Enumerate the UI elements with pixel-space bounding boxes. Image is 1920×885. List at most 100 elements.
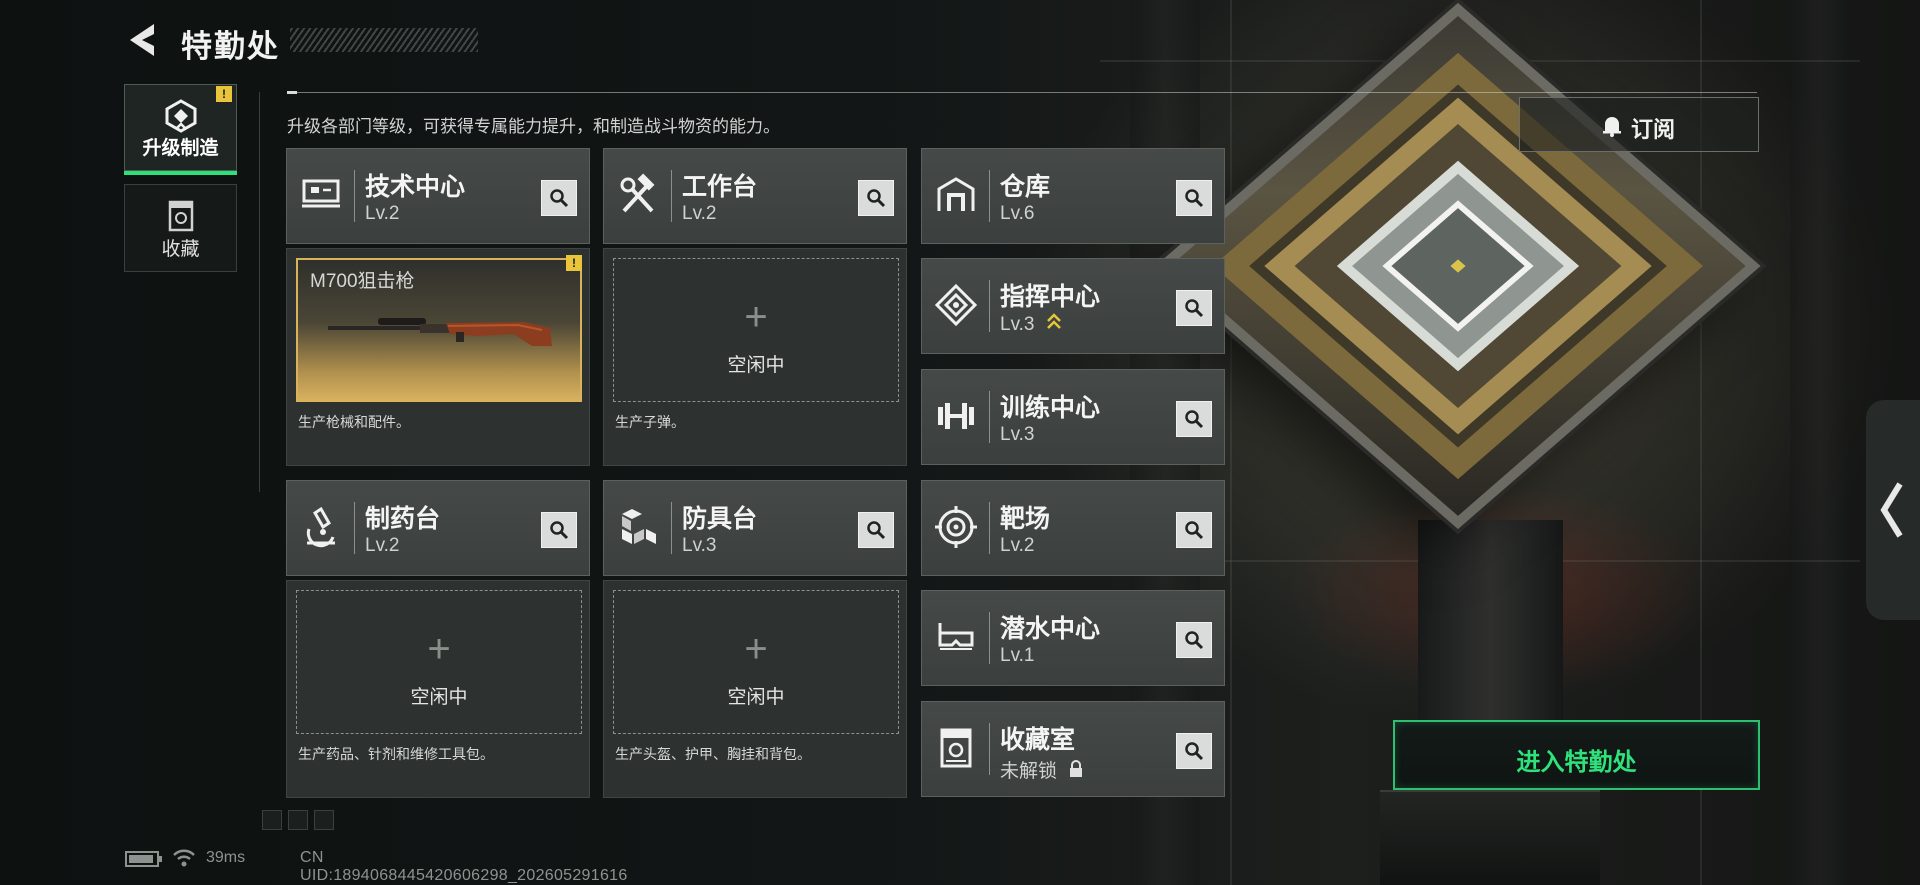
dept-card-command-center[interactable]: 指挥中心 Lv.3 [921, 258, 1225, 354]
command-center-icon [934, 283, 978, 327]
dept-level: Lv.2 [682, 203, 717, 224]
slot-status: 空闲中 [727, 355, 785, 376]
nav-item-collection[interactable]: 收藏 [124, 184, 237, 272]
dept-name: 工作台 [682, 173, 758, 201]
production-slot-empty[interactable]: + 空闲中 [613, 590, 899, 734]
bell-icon [1603, 117, 1621, 137]
dept-card-tech-center[interactable]: 技术中心 Lv.2 [286, 148, 590, 244]
dept-level-row: 未解锁 [1000, 756, 1084, 783]
dept-name: 仓库 [1000, 173, 1051, 201]
search-icon [867, 189, 886, 208]
collection-room-icon [940, 728, 972, 768]
dept-name: 潜水中心 [1000, 615, 1101, 643]
dept-name: 制药台 [365, 505, 441, 533]
alert-badge: ! [566, 255, 582, 271]
back-arrow-icon [130, 24, 154, 56]
dept-level: 未解锁 [1000, 761, 1058, 782]
separator [671, 502, 672, 554]
nav-label: 收藏 [161, 239, 200, 260]
nav-item-upgrade-build[interactable]: ! 升级制造 [124, 84, 237, 175]
ping-value: 39ms [206, 849, 246, 866]
dept-level: Lv.2 [365, 535, 400, 556]
dept-level: Lv.3 [682, 535, 717, 556]
search-icon [1185, 521, 1204, 540]
dumbbell-icon [938, 403, 974, 429]
plus-icon: + [744, 295, 768, 339]
dept-level-row: Lv.3 [1000, 313, 1062, 336]
separator [989, 170, 990, 222]
cube-structure [1155, 2, 1761, 530]
inspect-button[interactable] [1176, 622, 1212, 658]
target-icon [935, 506, 977, 548]
production-slot-empty[interactable]: + 空闲中 [296, 590, 582, 734]
lock-icon [1070, 760, 1083, 777]
separator [989, 280, 990, 332]
user-uid: CN UID:1894068445420606298_202605291616 [300, 849, 628, 884]
divider [259, 92, 260, 492]
dept-level: Lv.6 [1000, 203, 1035, 224]
inspect-button[interactable] [858, 512, 894, 548]
inspect-button[interactable] [858, 180, 894, 216]
battery-icon [125, 851, 162, 867]
dept-card-pharmacy[interactable]: 制药台 Lv.2 [286, 480, 590, 576]
separator [671, 170, 672, 222]
inspect-button[interactable] [1176, 290, 1212, 326]
search-icon [1185, 631, 1204, 650]
page-title: 特勤处 [181, 29, 280, 64]
dept-level: Lv.3 [1000, 424, 1035, 445]
collection-icon [168, 200, 193, 232]
upgrade-build-icon [165, 99, 196, 133]
inspect-button[interactable] [1176, 733, 1212, 769]
inspect-button[interactable] [1176, 401, 1212, 437]
page-description: 升级各部门等级，可获得专属能力提升，和制造战斗物资的能力。 [287, 117, 780, 136]
alert-badge: ! [216, 86, 232, 102]
production-panel-armor-bench: + 空闲中 生产头盔、护甲、胸挂和背包。 [603, 580, 907, 798]
enter-button[interactable]: 进入特勤处 [1393, 720, 1760, 790]
inspect-button[interactable] [541, 512, 577, 548]
hammer-wrench-icon [620, 173, 655, 213]
side-panel-toggle[interactable] [1866, 400, 1920, 620]
dept-card-training-center[interactable]: 训练中心 Lv.3 [921, 369, 1225, 465]
dept-level: Lv.2 [1000, 535, 1035, 556]
inspect-button[interactable] [1176, 180, 1212, 216]
production-slot-empty[interactable]: + 空闲中 [613, 258, 899, 402]
wifi-icon [173, 849, 195, 867]
dept-level: Lv.2 [365, 203, 400, 224]
dept-name: 靶场 [1000, 505, 1051, 533]
search-icon [1185, 410, 1204, 429]
production-panel-workbench: + 空闲中 生产子弹。 [603, 248, 907, 466]
inspect-button[interactable] [1176, 512, 1212, 548]
divider [287, 91, 1757, 94]
plus-icon: + [744, 627, 768, 671]
dept-name: 收藏室 [1000, 726, 1076, 754]
separator [354, 502, 355, 554]
dept-card-armor-bench[interactable]: 防具台 Lv.3 [603, 480, 907, 576]
dept-name: 防具台 [682, 505, 758, 533]
item-name: M700狙击枪 [310, 271, 415, 292]
search-icon [867, 521, 886, 540]
production-description: 生产药品、针剂和维修工具包。 [298, 746, 494, 762]
search-icon [550, 189, 569, 208]
dept-card-shooting-range[interactable]: 靶场 Lv.2 [921, 480, 1225, 576]
title-decoration [290, 28, 478, 52]
subscribe-button[interactable]: 订阅 [1519, 97, 1759, 152]
inspect-button[interactable] [541, 180, 577, 216]
dept-level: Lv.1 [1000, 645, 1035, 666]
back-button[interactable] [126, 22, 160, 58]
dept-card-collection-room[interactable]: 收藏室 未解锁 [921, 701, 1225, 797]
slot-status: 空闲中 [410, 687, 468, 708]
dept-card-warehouse[interactable]: 仓库 Lv.6 [921, 148, 1225, 244]
search-icon [1185, 299, 1204, 318]
dept-card-diving-center[interactable]: 潜水中心 Lv.1 [921, 590, 1225, 686]
production-panel-pharmacy: + 空闲中 生产药品、针剂和维修工具包。 [286, 580, 590, 798]
subscribe-label: 订阅 [1631, 117, 1676, 142]
production-slot-filled[interactable]: M700狙击枪 [296, 258, 582, 402]
dept-name: 训练中心 [1000, 394, 1101, 422]
production-panel-tech-center: M700狙击枪 ! 生产枪械和配件。 [286, 248, 590, 466]
search-icon [1185, 742, 1204, 761]
production-description: 生产头盔、护甲、胸挂和背包。 [615, 746, 811, 762]
dept-card-workbench[interactable]: 工作台 Lv.2 [603, 148, 907, 244]
search-icon [550, 521, 569, 540]
separator [354, 170, 355, 222]
chevron-left-icon [1880, 482, 1903, 538]
